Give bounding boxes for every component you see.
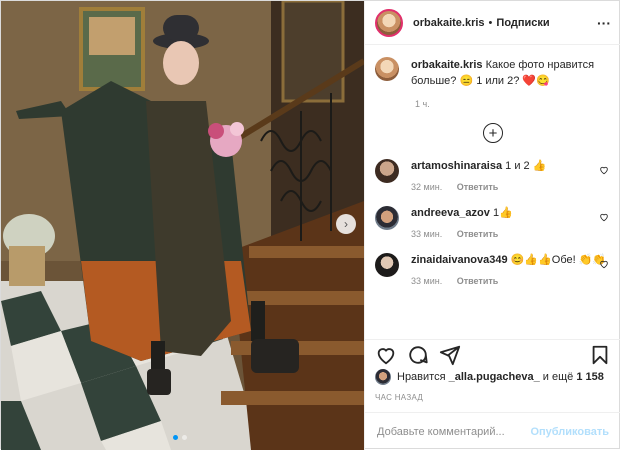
post-timestamp[interactable]: ЧАС НАЗАД — [375, 393, 423, 402]
caption-avatar[interactable] — [375, 57, 399, 81]
post-photo[interactable]: › — [1, 1, 364, 450]
comment-text: 😊👍👍Обе! 👏👏 — [510, 254, 607, 266]
heart-outline-icon[interactable] — [599, 165, 609, 175]
commenter-avatar[interactable] — [375, 253, 399, 277]
following-button[interactable]: Подписки — [496, 17, 549, 29]
heart-outline-icon[interactable] — [599, 212, 609, 222]
comment-meta: 33 мин. Ответить — [411, 229, 611, 239]
comment-username[interactable]: andreeva_azov — [411, 207, 490, 219]
comment-text: 1👍 — [492, 207, 513, 219]
comment-item: andreeva_azov 1👍 33 мин. Ответить — [375, 206, 611, 239]
comment-meta: 32 мин. Ответить — [411, 182, 611, 192]
plus-circle-icon[interactable]: + — [483, 123, 503, 143]
photo-illustration — [1, 1, 364, 450]
post-header: orbakaite.kris • Подписки ··· — [365, 1, 620, 45]
commenter-avatar[interactable] — [375, 206, 399, 230]
comment-time: 33 мин. — [411, 229, 443, 239]
author-username[interactable]: orbakaite.kris — [413, 17, 485, 29]
caption-time: 1 ч. — [415, 99, 430, 109]
author-avatar[interactable] — [375, 8, 403, 37]
publish-button[interactable]: Опубликовать — [530, 426, 609, 438]
post-window: › orbakaite.kris • Подписки ··· orbakait… — [0, 0, 620, 450]
carousel-dot-1 — [173, 435, 178, 440]
next-photo-button[interactable]: › — [336, 214, 356, 234]
likes-prefix: Нравится — [397, 371, 446, 383]
post-caption: orbakaite.kris Какое фото нравится больш… — [375, 57, 611, 89]
comment-body: andreeva_azov 1👍 33 мин. Ответить — [411, 206, 611, 239]
heart-outline-icon[interactable] — [599, 259, 609, 269]
comment-line: andreeva_azov 1👍 — [411, 206, 611, 221]
comment-body: artamoshinaraisa 1 и 2 👍 32 мин. Ответит… — [411, 159, 611, 192]
comments-list: orbakaite.kris Какое фото нравится больш… — [365, 45, 620, 339]
carousel-dot-2 — [182, 435, 187, 440]
reply-button[interactable]: Ответить — [457, 276, 499, 286]
reply-button[interactable]: Ответить — [457, 229, 499, 239]
caption-text-block: orbakaite.kris Какое фото нравится больш… — [411, 57, 611, 89]
comment-bubble-icon[interactable] — [407, 344, 429, 366]
load-more-comments: + — [375, 123, 611, 143]
carousel-indicator — [173, 435, 187, 440]
separator-dot: • — [488, 16, 493, 29]
comment-item: artamoshinaraisa 1 и 2 👍 32 мин. Ответит… — [375, 159, 611, 192]
share-paper-plane-icon[interactable] — [439, 344, 461, 366]
comment-line: artamoshinaraisa 1 и 2 👍 — [411, 159, 611, 174]
ellipsis-icon[interactable]: ··· — [597, 15, 611, 31]
chevron-right-icon: › — [344, 217, 348, 231]
caption-username[interactable]: orbakaite.kris — [411, 59, 483, 71]
post-actions-bar — [365, 339, 620, 369]
post-side-panel: orbakaite.kris • Подписки ··· orbakaite.… — [364, 1, 620, 450]
like-heart-icon[interactable] — [375, 344, 397, 366]
likes-count[interactable]: 1 158 — [576, 371, 604, 383]
likes-suffix: и ещё — [542, 371, 574, 383]
comment-username[interactable]: zinaidaivanova349 — [411, 254, 508, 266]
comment-text: 1 и 2 👍 — [505, 160, 547, 172]
comment-input[interactable] — [377, 425, 531, 438]
likes-summary: Нравится _alla.pugacheva_ и ещё 1 158 — [375, 369, 611, 385]
comment-item: zinaidaivanova349 😊👍👍Обе! 👏👏 33 мин. Отв… — [375, 253, 611, 286]
liker-avatar[interactable] — [375, 369, 391, 385]
comment-time: 32 мин. — [411, 182, 443, 192]
bookmark-icon[interactable] — [589, 344, 611, 366]
comment-body: zinaidaivanova349 😊👍👍Обе! 👏👏 33 мин. Отв… — [411, 253, 611, 286]
comment-time: 33 мин. — [411, 276, 443, 286]
commenter-avatar[interactable] — [375, 159, 399, 183]
comment-username[interactable]: artamoshinaraisa — [411, 160, 502, 172]
comment-meta: 33 мин. Ответить — [411, 276, 611, 286]
add-comment-bar: Опубликовать — [365, 412, 620, 450]
reply-button[interactable]: Ответить — [457, 182, 499, 192]
liker-username[interactable]: _alla.pugacheva_ — [449, 371, 540, 383]
comment-line: zinaidaivanova349 😊👍👍Обе! 👏👏 — [411, 253, 611, 268]
